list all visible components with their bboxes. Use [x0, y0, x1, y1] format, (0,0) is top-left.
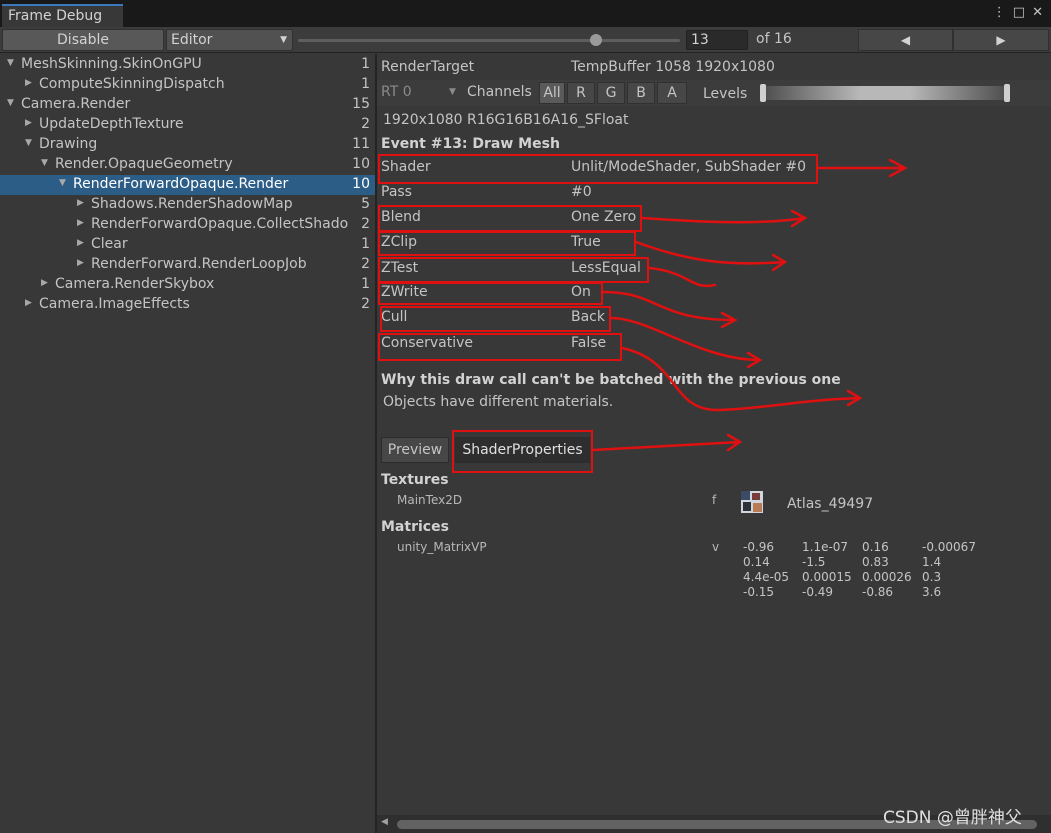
annotation-arrows [591, 158, 908, 452]
scroll-left-icon[interactable]: ◀ [381, 817, 388, 827]
watermark: CSDN @曾胖神父 [883, 808, 1022, 828]
